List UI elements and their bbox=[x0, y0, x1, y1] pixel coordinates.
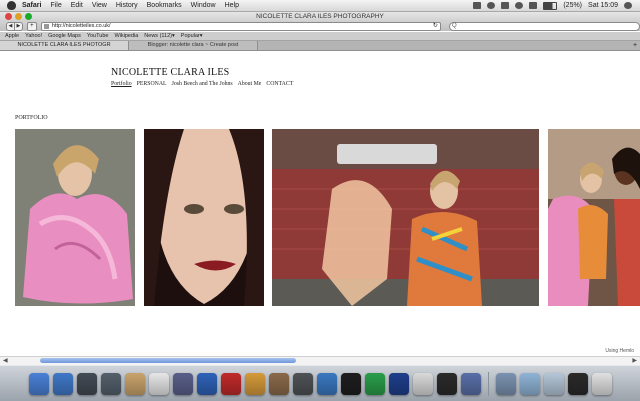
bookmarks-bar: Apple Yahoo! Google Maps YouTube Wikiped… bbox=[0, 32, 640, 41]
bookmark-popular[interactable]: Popular▾ bbox=[181, 33, 203, 39]
close-window-icon[interactable] bbox=[5, 13, 12, 20]
photo-booth-icon[interactable] bbox=[220, 372, 241, 395]
nav-portfolio[interactable]: Portfolio bbox=[111, 81, 132, 87]
spotlight-icon[interactable] bbox=[624, 2, 632, 9]
zoom-window-icon[interactable] bbox=[25, 13, 32, 20]
menu-file[interactable]: File bbox=[50, 2, 61, 9]
wifi-icon[interactable] bbox=[515, 2, 524, 9]
trash-icon[interactable] bbox=[591, 372, 612, 395]
preview-icon[interactable] bbox=[172, 372, 193, 395]
safari-icon[interactable] bbox=[52, 372, 73, 395]
portfolio-photo[interactable] bbox=[15, 129, 135, 306]
downloads-folder-icon[interactable] bbox=[519, 372, 540, 395]
display-icon[interactable] bbox=[473, 2, 482, 9]
menu-view[interactable]: View bbox=[92, 2, 107, 9]
sync-icon[interactable] bbox=[487, 2, 496, 9]
menu-bookmarks[interactable]: Bookmarks bbox=[147, 2, 182, 9]
battery-icon[interactable] bbox=[543, 1, 558, 10]
address-book-icon[interactable] bbox=[124, 372, 145, 395]
portfolio-photo[interactable] bbox=[144, 129, 264, 306]
photoshop-icon[interactable] bbox=[364, 372, 385, 395]
terminal-icon[interactable] bbox=[412, 372, 433, 395]
dock-separator bbox=[487, 371, 489, 396]
bookmark-news[interactable]: News (112)▾ bbox=[144, 33, 174, 39]
finder-icon[interactable] bbox=[28, 372, 49, 395]
bookmark-apple[interactable]: Apple bbox=[5, 33, 19, 39]
portfolio-photo[interactable] bbox=[548, 129, 640, 306]
battery-percent: (25%) bbox=[563, 2, 583, 9]
window-controls bbox=[5, 13, 32, 20]
calendar-icon[interactable] bbox=[148, 372, 169, 395]
tab-blogger[interactable]: Blogger: nicolette clara ~ Create post bbox=[129, 41, 258, 50]
app-icon[interactable] bbox=[436, 372, 457, 395]
menu-help[interactable]: Help bbox=[225, 2, 239, 9]
system-preferences-icon[interactable] bbox=[292, 372, 313, 395]
photo-pink-wrap-graphic bbox=[15, 129, 135, 306]
photo-close-up-face-graphic bbox=[144, 129, 264, 306]
search-field[interactable]: Q bbox=[448, 22, 640, 31]
nav-josh-beech[interactable]: Josh Beech and The Johns bbox=[172, 81, 233, 87]
back-button[interactable]: ◀ bbox=[6, 22, 15, 31]
address-bar[interactable]: http://nicoletteiles.co.uk/ ↻ bbox=[40, 22, 441, 31]
volume-icon[interactable] bbox=[529, 2, 538, 9]
forward-button[interactable]: ▶ bbox=[14, 22, 23, 31]
spotify-icon[interactable] bbox=[340, 372, 361, 395]
menu-edit[interactable]: Edit bbox=[71, 2, 83, 9]
add-bookmark-button[interactable]: + bbox=[26, 22, 37, 31]
twitter-icon[interactable] bbox=[316, 372, 337, 395]
garageband-icon[interactable] bbox=[268, 372, 289, 395]
browser-toolbar: ◀ ▶ + http://nicoletteiles.co.uk/ ↻ Q bbox=[0, 22, 640, 31]
nav-contact[interactable]: CONTACT bbox=[266, 81, 293, 87]
window-title: NICOLETTE CLARA ILES PHOTOGRAPHY bbox=[256, 13, 384, 20]
scroll-right-icon[interactable]: ▶ bbox=[632, 357, 637, 364]
iphoto-icon[interactable] bbox=[244, 372, 265, 395]
bookmark-google-maps[interactable]: Google Maps bbox=[48, 33, 81, 39]
status-area: (25%) Sat 15:09 bbox=[473, 1, 640, 10]
credit-text: Using Hemlo bbox=[605, 348, 634, 354]
reload-icon[interactable]: ↻ bbox=[433, 23, 438, 30]
nav-personal[interactable]: PERSONAL bbox=[137, 81, 167, 87]
favicon-icon bbox=[43, 24, 49, 29]
screenshot-stack-icon[interactable] bbox=[543, 372, 564, 395]
portfolio-photo[interactable] bbox=[272, 129, 539, 306]
section-label: PORTFOLIO bbox=[15, 115, 48, 121]
menu-history[interactable]: History bbox=[116, 2, 138, 9]
menu-app[interactable]: Safari bbox=[22, 2, 41, 9]
tab-nicolette[interactable]: NICOLETTE CLARA ILES PHOTOGR bbox=[0, 41, 129, 50]
dashboard-icon[interactable] bbox=[76, 372, 97, 395]
minimize-window-icon[interactable] bbox=[15, 13, 22, 20]
window-titlebar: NICOLETTE CLARA ILES PHOTOGRAPHY bbox=[0, 12, 640, 22]
address-text: http://nicoletteiles.co.uk/ bbox=[51, 23, 111, 29]
bookmark-yahoo[interactable]: Yahoo! bbox=[25, 33, 42, 39]
photo-two-models-graphic bbox=[548, 129, 640, 306]
menu-window[interactable]: Window bbox=[191, 2, 216, 9]
image-capture-icon[interactable] bbox=[460, 372, 481, 395]
new-tab-button[interactable]: + bbox=[630, 41, 640, 50]
documents-stack-icon[interactable] bbox=[567, 372, 588, 395]
bluetooth-icon[interactable] bbox=[501, 2, 510, 9]
site-nav: Portfolio PERSONAL Josh Beech and The Jo… bbox=[111, 81, 293, 87]
scroll-left-icon[interactable]: ◀ bbox=[3, 357, 8, 364]
nav-about-me[interactable]: About Me bbox=[238, 81, 262, 87]
search-icon: Q bbox=[451, 23, 457, 29]
scrollbar-thumb[interactable] bbox=[40, 358, 296, 363]
applications-folder-icon[interactable] bbox=[495, 372, 516, 395]
itunes-icon[interactable] bbox=[196, 372, 217, 395]
dock bbox=[0, 365, 640, 401]
horizontal-scrollbar[interactable]: ◀ ▶ bbox=[0, 356, 640, 365]
bookmark-youtube[interactable]: YouTube bbox=[87, 33, 109, 39]
menu-bar: Safari File Edit View History Bookmarks … bbox=[0, 0, 640, 12]
clock[interactable]: Sat 15:09 bbox=[588, 2, 618, 9]
tab-bar: NICOLETTE CLARA ILES PHOTOGR Blogger: ni… bbox=[0, 41, 640, 51]
bookmark-wikipedia[interactable]: Wikipedia bbox=[114, 33, 138, 39]
textedit-icon[interactable] bbox=[388, 372, 409, 395]
apple-icon[interactable] bbox=[7, 1, 16, 10]
mission-control-icon[interactable] bbox=[100, 372, 121, 395]
site-title[interactable]: NICOLETTE CLARA ILES bbox=[111, 67, 229, 78]
photo-red-wall-graphic bbox=[272, 129, 539, 306]
